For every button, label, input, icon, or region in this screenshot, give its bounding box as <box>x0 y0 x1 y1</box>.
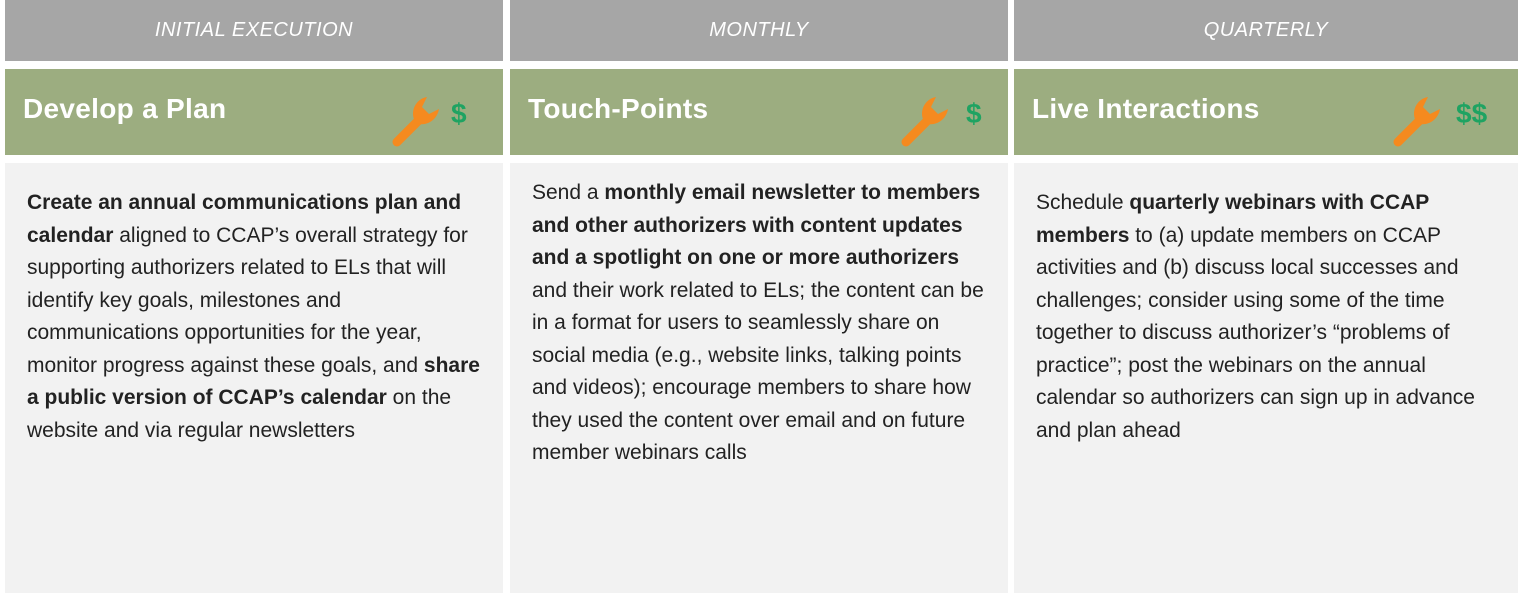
wrench-icon <box>1393 97 1440 147</box>
column-title: Touch-Points <box>528 93 709 124</box>
column-title: Develop a Plan <box>23 93 227 124</box>
column-description: Schedule quarterly webinars with CCAP me… <box>1036 187 1500 447</box>
cost-indicator: $ <box>451 98 467 129</box>
cost-indicator: $ <box>966 98 982 129</box>
frequency-label: QUARTERLY <box>1014 0 1518 61</box>
wrench-icon <box>901 97 948 147</box>
description-run: to (a) update members on CCAP activities… <box>1036 223 1475 442</box>
description-run: Send a <box>532 181 605 204</box>
description-run: and their work related to ELs; the conte… <box>532 278 984 465</box>
description-run: Schedule <box>1036 191 1130 214</box>
frequency-label: MONTHLY <box>510 0 1008 61</box>
column-initial-execution: INITIAL EXECUTION Develop a Plan $ Creat… <box>5 0 503 593</box>
column-title: Live Interactions <box>1032 93 1260 124</box>
column-body: Schedule quarterly webinars with CCAP me… <box>1014 163 1518 593</box>
cost-indicator: $$ <box>1456 98 1488 129</box>
frequency-label: INITIAL EXECUTION <box>5 0 503 61</box>
column-description: Send a monthly email newsletter to membe… <box>532 177 990 470</box>
column-body: Send a monthly email newsletter to membe… <box>510 163 1008 593</box>
column-description: Create an annual communications plan and… <box>27 187 485 447</box>
column-header: Touch-Points $ <box>510 69 1008 155</box>
wrench-icon <box>392 97 439 147</box>
column-quarterly: QUARTERLY Live Interactions $$ Schedule … <box>1014 0 1518 593</box>
column-header: Live Interactions $$ <box>1014 69 1518 155</box>
column-monthly: MONTHLY Touch-Points $ Send a monthly em… <box>510 0 1008 593</box>
column-header: Develop a Plan $ <box>5 69 503 155</box>
column-body: Create an annual communications plan and… <box>5 163 503 593</box>
